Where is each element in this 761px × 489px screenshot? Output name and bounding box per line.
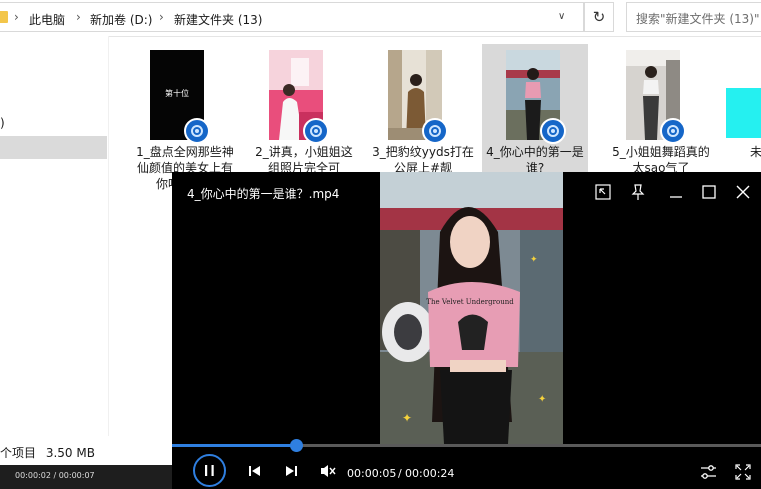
status-bar: 个项目 3.50 MB bbox=[0, 444, 95, 461]
next-icon[interactable] bbox=[283, 463, 299, 479]
pause-button[interactable] bbox=[193, 454, 226, 487]
pause-icon bbox=[205, 465, 214, 476]
pin-icon[interactable] bbox=[628, 182, 648, 202]
thumbnail-text: 第十位 bbox=[165, 89, 189, 98]
video-file-icon bbox=[303, 118, 329, 144]
video-thumbnail bbox=[388, 50, 448, 144]
chevron-down-icon[interactable]: ∨ bbox=[558, 11, 565, 22]
settings-sliders-icon[interactable] bbox=[700, 464, 717, 480]
file-item[interactable]: 3_把豹纹yyds打在公屏上#靓 bbox=[370, 44, 476, 184]
chevron-right-icon[interactable]: › bbox=[159, 10, 164, 24]
folder-icon bbox=[0, 11, 8, 23]
selection-size: 3.50 MB bbox=[45, 446, 95, 460]
video-file-icon bbox=[660, 118, 686, 144]
duration: 00:00:24 bbox=[405, 467, 455, 480]
svg-text:✦: ✦ bbox=[538, 394, 546, 405]
seek-bar[interactable] bbox=[172, 439, 761, 452]
mini-player-time: 00:00:02 / 00:00:07 bbox=[15, 471, 95, 480]
nav-item-label[interactable]: ) bbox=[0, 116, 5, 130]
video-thumbnail bbox=[269, 50, 329, 144]
breadcrumb-this-pc[interactable]: 此电脑 bbox=[29, 11, 65, 28]
file-name: 未 bbox=[750, 145, 761, 159]
mini-player-bar[interactable]: 00:00:02 / 00:00:07 bbox=[0, 465, 172, 489]
minimize-icon[interactable] bbox=[666, 182, 686, 202]
close-icon[interactable] bbox=[733, 182, 753, 202]
fullscreen-icon[interactable] bbox=[735, 464, 751, 480]
search-input[interactable]: 搜索"新建文件夹 (13)" bbox=[626, 2, 761, 32]
video-thumbnail bbox=[506, 50, 566, 144]
item-count: 个项目 bbox=[0, 446, 37, 460]
chevron-right-icon[interactable]: › bbox=[14, 10, 19, 24]
video-player[interactable]: 4_你心中的第一是谁？.mp4 The Velvet Underground ✦… bbox=[172, 172, 761, 489]
address-bar: › 此电脑 › 新加卷 (D:) › 新建文件夹 (13) ∨ ↻ 搜索"新建文… bbox=[0, 0, 761, 37]
volume-muted-icon[interactable] bbox=[319, 463, 337, 479]
maximize-icon[interactable] bbox=[699, 182, 719, 202]
refresh-button[interactable]: ↻ bbox=[584, 2, 614, 32]
breadcrumb[interactable]: › 此电脑 › 新加卷 (D:) › 新建文件夹 (13) ∨ bbox=[0, 2, 584, 32]
breadcrumb-drive-d[interactable]: 新加卷 (D:) bbox=[90, 11, 152, 28]
nav-item-selected[interactable] bbox=[0, 136, 107, 159]
file-item[interactable]: 2_讲真，小姐姐这组照片完全可 bbox=[251, 44, 357, 184]
breadcrumb-folder[interactable]: 新建文件夹 (13) bbox=[174, 11, 262, 28]
time-separator: / bbox=[398, 467, 402, 480]
seek-progress bbox=[172, 444, 296, 447]
refresh-icon: ↻ bbox=[592, 8, 606, 26]
chevron-right-icon[interactable]: › bbox=[76, 10, 81, 24]
player-title: 4_你心中的第一是谁？.mp4 bbox=[187, 187, 340, 201]
video-file-icon bbox=[540, 118, 566, 144]
video-file-icon bbox=[422, 118, 448, 144]
svg-text:✦: ✦ bbox=[530, 255, 538, 265]
file-item[interactable]: 5_小姐姐舞蹈真的太sao气了 bbox=[608, 44, 714, 184]
video-file-icon bbox=[184, 118, 210, 144]
mini-mode-icon[interactable] bbox=[593, 182, 613, 202]
video-thumbnail bbox=[626, 50, 686, 144]
video-frame[interactable]: The Velvet Underground ✦ ✦ ✦ bbox=[380, 172, 563, 444]
navigation-pane: ) bbox=[0, 36, 108, 476]
video-thumbnail: 第十位 bbox=[150, 50, 210, 144]
svg-text:✦: ✦ bbox=[402, 411, 412, 425]
seek-handle[interactable] bbox=[289, 439, 303, 452]
video-thumbnail bbox=[726, 88, 761, 138]
current-time: 00:00:05 bbox=[347, 467, 397, 480]
pane-divider[interactable] bbox=[108, 36, 109, 436]
file-item[interactable]: 未 bbox=[708, 44, 761, 184]
file-item[interactable]: 第十位 1_盘点全网那些神仙颜值的美女上有你吗？#盘 bbox=[132, 44, 238, 191]
previous-icon[interactable] bbox=[247, 463, 263, 479]
shirt-text: The Velvet Underground bbox=[426, 298, 514, 306]
file-item-selected[interactable]: 4_你心中的第一是谁? bbox=[482, 44, 588, 184]
